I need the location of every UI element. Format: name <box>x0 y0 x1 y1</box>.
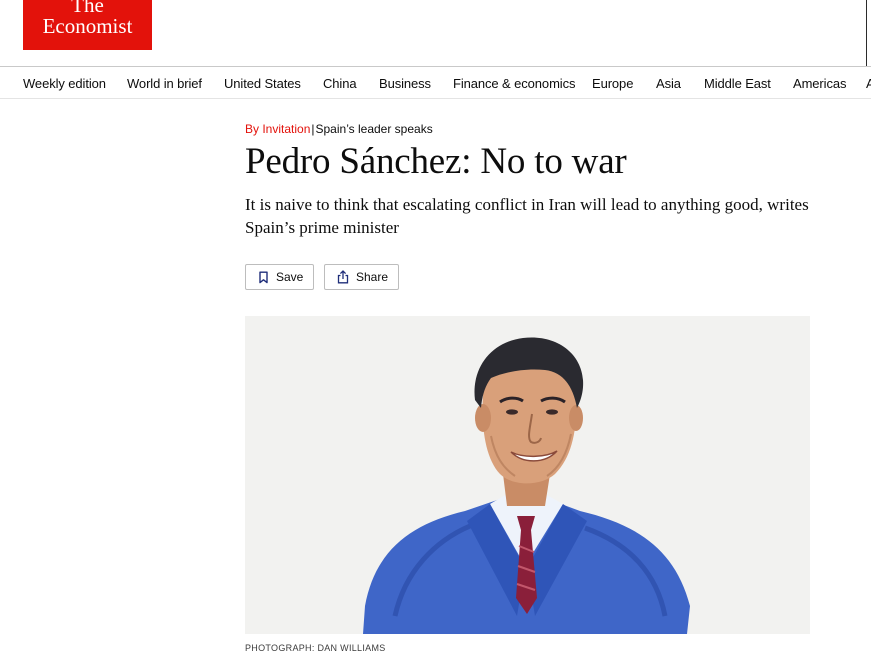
nav-item-world-in-brief[interactable]: World in brief <box>127 76 202 91</box>
nav-item-china[interactable]: China <box>323 76 357 91</box>
nav-item-business[interactable]: Business <box>379 76 431 91</box>
section-nav: Weekly edition World in brief United Sta… <box>0 66 871 99</box>
nav-item-overflow[interactable]: A <box>866 76 871 91</box>
economist-logo[interactable]: The Economist <box>23 0 152 50</box>
article-subsection: Spain’s leader speaks <box>315 122 433 136</box>
portrait-illustration <box>363 337 690 634</box>
article-kicker: By Invitation|Spain’s leader speaks <box>245 122 433 136</box>
save-button[interactable]: Save <box>245 264 314 290</box>
nav-item-middle-east[interactable]: Middle East <box>704 76 771 91</box>
article-illustration <box>245 316 810 634</box>
nav-item-americas[interactable]: Americas <box>793 76 846 91</box>
save-button-label: Save <box>276 270 304 284</box>
share-icon <box>337 270 349 284</box>
nav-item-asia[interactable]: Asia <box>656 76 681 91</box>
nav-item-weekly-edition[interactable]: Weekly edition <box>23 76 106 91</box>
nav-item-finance-economics[interactable]: Finance & economics <box>453 76 575 91</box>
kicker-separator: | <box>311 122 315 136</box>
share-button-label: Share <box>356 270 389 284</box>
logo-line-economist: Economist <box>42 14 133 38</box>
article-headline: Pedro Sánchez: No to war <box>245 141 627 182</box>
nav-item-united-states[interactable]: United States <box>224 76 301 91</box>
nav-item-europe[interactable]: Europe <box>592 76 633 91</box>
window-edge-divider <box>866 0 867 66</box>
share-button[interactable]: Share <box>324 264 399 290</box>
site-header: The Economist <box>0 0 871 66</box>
image-caption: PHOTOGRAPH: DAN WILLIAMS <box>245 643 386 653</box>
section-link-by-invitation[interactable]: By Invitation <box>245 122 310 136</box>
article-rubric: It is naive to think that escalating con… <box>245 195 809 237</box>
bookmark-icon <box>258 271 269 284</box>
